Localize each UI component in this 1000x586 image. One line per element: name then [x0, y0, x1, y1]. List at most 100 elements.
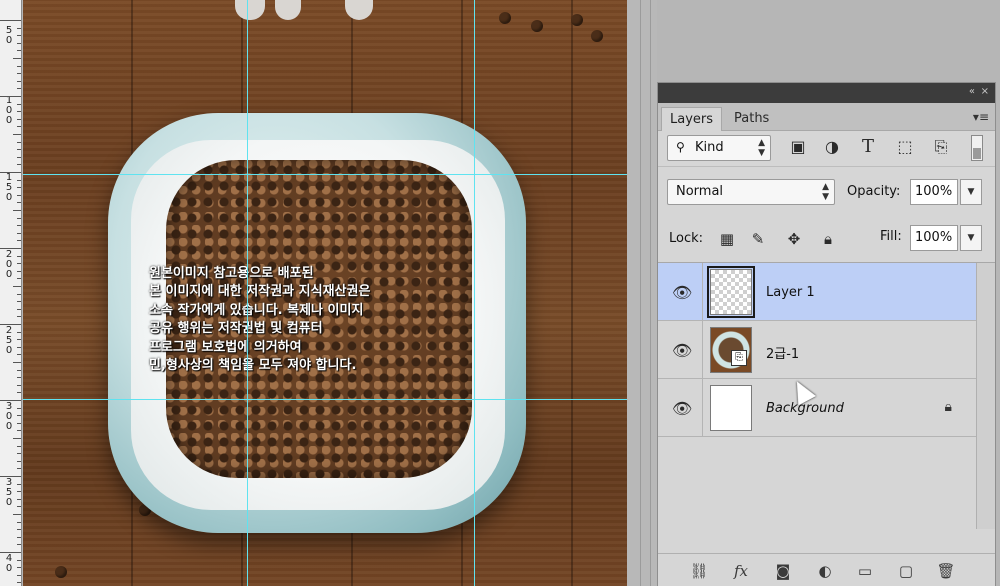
ruler-tick: [13, 362, 21, 363]
shape-filter-icon[interactable]: ⬚: [894, 136, 916, 158]
add-mask-icon[interactable]: ◙: [772, 562, 794, 580]
ruler-tick: [17, 35, 21, 36]
divider: [650, 0, 651, 586]
layer-name[interactable]: Layer 1: [766, 285, 815, 300]
layer-name[interactable]: Background: [766, 401, 844, 416]
new-group-icon[interactable]: ▭: [854, 562, 876, 580]
layer-name[interactable]: 2급-1: [766, 343, 799, 362]
ruler-tick: [13, 286, 21, 287]
ruler-label: 5 0: [5, 25, 13, 46]
watermark-line: 프로그램 보호법에 의거하여: [149, 339, 302, 355]
layer-row[interactable]: 👁︎ Layer 1: [658, 263, 976, 321]
layer-lock-icon[interactable]: 🔒︎: [945, 399, 952, 415]
tab-paths[interactable]: Paths: [726, 107, 777, 131]
guide-horizontal[interactable]: [23, 174, 627, 175]
ruler-label: 2 0 0: [5, 249, 13, 280]
panel-menu-icon[interactable]: ▾≡: [973, 110, 989, 124]
ruler-tick: [17, 499, 21, 500]
filter-toggle-switch[interactable]: [971, 135, 983, 161]
eye-icon[interactable]: 👁︎: [672, 341, 692, 360]
layer-row[interactable]: 👁︎ ⎘ 2급-1: [658, 321, 976, 379]
ruler-tick: [17, 316, 21, 317]
watermark-line: 원본이미지 참고용으로 배포된: [149, 266, 314, 281]
ruler-tick: [17, 529, 21, 530]
ruler-tick: [17, 142, 21, 143]
adjustment-filter-icon[interactable]: ◑: [821, 136, 843, 158]
ruler-tick: [17, 271, 21, 272]
vertical-ruler[interactable]: 5 0 1 0 0 1 5 0 2 0 0 2 5 0 3 0 0 3 5 0 …: [0, 0, 22, 586]
ruler-tick: [17, 187, 21, 188]
smart-object-filter-icon[interactable]: ⎘: [930, 136, 952, 158]
layer-thumbnail[interactable]: [707, 266, 755, 318]
lock-position-icon[interactable]: ✥: [784, 229, 804, 249]
ruler-tick: [0, 172, 21, 173]
ruler-label: 2 5 0: [5, 325, 13, 356]
guide-vertical[interactable]: [474, 0, 475, 586]
ruler-tick: [0, 96, 21, 97]
watermark-line: 민,형사상의 책임을 모두 져야 합니다.: [149, 358, 357, 374]
ruler-tick: [17, 354, 21, 355]
ruler-tick: [17, 582, 21, 583]
ruler-tick: [17, 180, 21, 181]
fx-icon[interactable]: fx: [730, 562, 752, 580]
eye-icon[interactable]: 👁︎: [672, 399, 692, 418]
fill-input[interactable]: 100%: [910, 225, 958, 251]
ruler-tick: [17, 111, 21, 112]
close-icon[interactable]: ×: [981, 86, 989, 97]
ruler-tick: [0, 324, 21, 325]
ruler-tick: [17, 202, 21, 203]
ruler-tick: [13, 210, 21, 211]
blend-mode-select[interactable]: Normal ▲ ▼: [667, 179, 835, 205]
ruler-tick: [17, 468, 21, 469]
guide-vertical[interactable]: [247, 0, 248, 586]
ruler-label: 3 0 0: [5, 401, 13, 432]
panel-title-bar[interactable]: « ×: [658, 83, 995, 103]
tab-layers[interactable]: Layers: [661, 107, 723, 131]
ruler-tick: [17, 347, 21, 348]
opacity-dropdown-icon[interactable]: ▼: [960, 179, 982, 205]
layer-thumbnail[interactable]: ⎘: [710, 327, 752, 373]
lock-all-icon[interactable]: 🔒︎: [818, 229, 838, 249]
ruler-label: 1 0 0: [5, 95, 13, 126]
fill-label: Fill:: [880, 229, 902, 244]
opacity-input[interactable]: 100%: [910, 179, 958, 205]
watermark-line: 소속 작가에게 있습니다. 복제나 이미지: [149, 302, 364, 318]
image-filter-icon[interactable]: ▣: [787, 136, 809, 158]
document-canvas[interactable]: 원본이미지 참고용으로 배포된 본 이미지에 대한 저작권과 지식재산권은 소속…: [23, 0, 627, 586]
search-icon: ⚲: [676, 140, 685, 154]
trash-icon[interactable]: 🗑︎: [935, 562, 957, 580]
ruler-tick: [17, 88, 21, 89]
layer-thumbnail[interactable]: [710, 385, 752, 431]
ruler-tick: [17, 309, 21, 310]
ruler-tick: [0, 552, 21, 553]
ruler-label: 3 5 0: [5, 477, 13, 508]
watermark-line: 본 이미지에 대한 저작권과 지식재산권은: [149, 284, 371, 300]
ruler-tick: [17, 233, 21, 234]
cat-paw-image: [235, 0, 375, 22]
layers-scrollbar[interactable]: [976, 263, 995, 529]
ruler-tick: [17, 339, 21, 340]
ruler-tick: [17, 567, 21, 568]
workspace-gap: [627, 0, 657, 586]
fill-dropdown-icon[interactable]: ▼: [960, 225, 982, 251]
photoshop-workspace: 5 0 1 0 0 1 5 0 2 0 0 2 5 0 3 0 0 3 5 0 …: [0, 0, 1000, 586]
link-layers-icon[interactable]: ⛓︎: [688, 562, 710, 580]
new-layer-icon[interactable]: ▢: [895, 562, 917, 580]
ruler-tick: [17, 385, 21, 386]
type-filter-icon[interactable]: T: [857, 136, 879, 158]
lock-transparent-pixels-icon[interactable]: ▦: [717, 229, 737, 249]
ruler-tick: [17, 575, 21, 576]
collapse-panel-icon[interactable]: «: [969, 86, 975, 97]
ruler-tick: [17, 370, 21, 371]
guide-horizontal[interactable]: [23, 399, 627, 400]
blend-mode-value: Normal: [676, 184, 724, 199]
ruler-tick: [17, 164, 21, 165]
ruler-tick: [0, 20, 21, 21]
adjustment-layer-icon[interactable]: ◐: [814, 562, 836, 580]
ruler-tick: [0, 476, 21, 477]
eye-icon[interactable]: 👁︎: [672, 283, 692, 302]
layer-row[interactable]: 👁︎ Background 🔒︎: [658, 379, 976, 437]
filter-kind-select[interactable]: ⚲ Kind ▲ ▼: [667, 135, 771, 161]
lock-image-pixels-icon[interactable]: ✎: [748, 229, 768, 249]
ruler-tick: [13, 134, 21, 135]
